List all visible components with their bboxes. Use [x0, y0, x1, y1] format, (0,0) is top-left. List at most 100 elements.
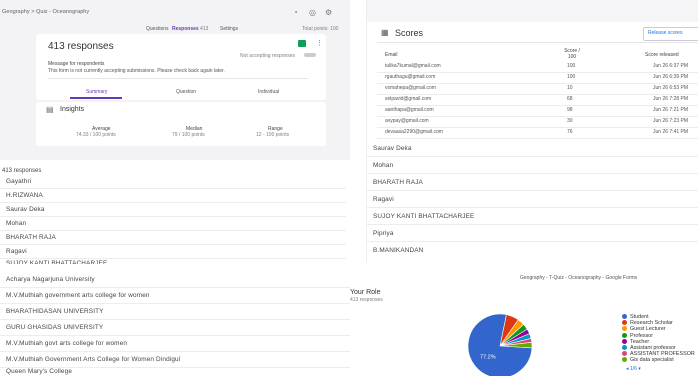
pager-text: 1/6 — [629, 366, 637, 372]
message-divider — [48, 78, 308, 79]
col-score: Score / 100 — [564, 48, 580, 60]
legend-swatch — [622, 357, 627, 363]
legend-swatch — [622, 320, 627, 326]
message-text[interactable]: This form is not currently accepting sub… — [48, 68, 225, 74]
stat-average-value: 74.33 / 100 points — [76, 132, 116, 138]
insights-card: ▤ Insights Average 74.33 / 100 points Me… — [36, 102, 326, 146]
responses-card: 413 responses ⋮ Not accepting responses … — [36, 34, 326, 100]
legend-swatch — [622, 314, 627, 320]
score-cell: 30 — [567, 118, 573, 124]
email-cell: avypay@gmail.com — [385, 118, 429, 124]
list-item[interactable]: B.MANIKANDAN — [367, 242, 698, 259]
more-options-icon[interactable]: ⋮ — [316, 39, 323, 47]
legend-label: Assistant professor — [630, 345, 676, 351]
tab-settings[interactable]: Settings — [220, 26, 238, 32]
scores-panel: ▦ Scores Release scores Email Score / 10… — [366, 0, 698, 140]
legend-label: ASSISTANT PROFESSOR — [630, 351, 695, 358]
released-cell: Jun 26 6:39 PM — [653, 74, 689, 80]
list-item[interactable]: Mohan — [0, 217, 346, 231]
list-item[interactable]: M.V.Muthiah govt arts college for women — [0, 336, 350, 352]
role-legend: Student Research Scholar Guest Lecturer Pro… — [622, 314, 698, 374]
list-item[interactable]: M.V.Muthiah government arts college for … — [0, 288, 350, 304]
list-item[interactable]: Ragavi — [367, 191, 698, 208]
scores-icon: ▦ — [381, 28, 389, 37]
names-rows: Gayathri H.RIZWANA Saurav Deka Mohan BHA… — [0, 173, 346, 267]
score-cell: 76 — [567, 129, 573, 135]
legend-label: Guest Lecturer — [630, 326, 666, 333]
pager-prev-icon[interactable]: ◂ — [626, 366, 629, 372]
legend-item: Professor — [622, 333, 653, 339]
question-title: Your Role — [350, 289, 381, 296]
tab-summary[interactable]: Summary — [86, 89, 107, 95]
message-label: Message for respondents — [48, 61, 105, 67]
header-icons: ◔ ◎ ⚙ — [293, 8, 343, 18]
list-item[interactable]: Saurav Deka — [0, 203, 346, 217]
list-item[interactable]: Gayathri — [0, 175, 346, 189]
list-item[interactable]: BHARATH RAJA — [0, 231, 346, 245]
legend-item: ASSISTANT PROFESSOR — [622, 351, 695, 357]
list-item[interactable]: Queen Mary's College — [0, 364, 350, 380]
tab-questions[interactable]: Questions — [146, 26, 169, 32]
list-item[interactable]: Acharya Nagarjuna University — [0, 272, 350, 288]
legend-label: Student — [630, 314, 649, 320]
pie-slice-label: 77.2% — [480, 355, 496, 361]
responses-badge: 413 — [200, 26, 209, 32]
legend-pager[interactable]: ◂ 1/6 ▾ — [626, 366, 641, 372]
responses-summary-panel: Geography > Quiz - Oceanography ◔ ◎ ⚙ Qu… — [0, 0, 350, 160]
list-item[interactable]: SUJOY KANTI BHATTACHARJEE — [367, 208, 698, 225]
names-list-left: 413 responses Gayathri H.RIZWANA Saurav … — [0, 163, 350, 267]
settings-icon[interactable]: ⚙ — [325, 8, 332, 17]
breadcrumb[interactable]: Geography > Quiz - Oceanography — [2, 9, 89, 15]
email-cell: tulika7kumal@gmail.com — [385, 63, 441, 69]
legend-swatch — [622, 338, 627, 344]
released-cell: Jun 26 7:41 PM — [653, 129, 689, 135]
sheets-icon[interactable] — [298, 40, 306, 47]
list-item[interactable]: Pipriya — [367, 225, 698, 242]
released-cell: Jun 26 7:28 PM — [653, 96, 689, 102]
tab-responses[interactable]: Responses — [172, 26, 199, 32]
list-item[interactable]: H.RIZWANA — [0, 189, 346, 203]
released-cell: Jun 26 6:53 PM — [653, 85, 689, 91]
tab-individual[interactable]: Individual — [258, 89, 279, 95]
email-cell: vsmahepa@gmail.com — [385, 85, 436, 91]
stat-range-value: 12 - 100 points — [256, 132, 290, 138]
tab-question[interactable]: Question — [176, 89, 196, 95]
scores-table: tulika7kumal@gmail.com 100 Jun 26 6:37 P… — [377, 60, 698, 140]
accepting-toggle[interactable] — [304, 53, 316, 57]
release-scores-button[interactable]: Release scores — [643, 27, 698, 41]
pager-next-icon[interactable]: ▾ — [638, 366, 641, 372]
email-cell: rgauthagu@gmail.com — [385, 74, 436, 80]
legend-swatch — [622, 345, 627, 351]
list-item[interactable]: Ragavi — [0, 245, 346, 259]
summary-underline — [70, 97, 122, 99]
role-pie-chart: 77.2% — [467, 313, 533, 376]
table-row[interactable]: devaasa2290@gmail.com 76 Jun 26 7:41 PM — [377, 126, 698, 139]
list-item[interactable]: BHARATH RAJA — [367, 174, 698, 191]
list-item[interactable]: GURU GHASIDAS UNIVERSITY — [0, 320, 350, 336]
released-cell: Jun 26 7:21 PM — [653, 107, 689, 113]
scores-divider — [377, 42, 698, 43]
legend-label: Teacher — [630, 338, 650, 345]
col-released: Score released — [645, 52, 679, 58]
legend-swatch — [622, 332, 627, 338]
list-item[interactable]: Saurav Deka — [367, 140, 698, 157]
legend-item: Guest Lecturer — [622, 326, 666, 332]
list-item[interactable]: Mohan — [367, 157, 698, 174]
palette-icon[interactable]: ◔ — [293, 8, 298, 17]
legend-label: Gis data specialist — [630, 357, 674, 364]
legend-label: Professor — [630, 332, 654, 339]
email-cell: selpavid@gmail.com — [385, 96, 432, 102]
insights-title: Insights — [60, 106, 85, 113]
released-cell: Jun 26 7:23 PM — [653, 118, 689, 124]
legend-swatch — [622, 326, 627, 332]
legend-item: Gis data specialist — [622, 357, 674, 363]
stat-median-value: 79 / 100 points — [172, 132, 205, 138]
responses-title: 413 responses — [48, 41, 114, 52]
scores-topbar — [367, 0, 698, 22]
preview-icon[interactable]: ◎ — [309, 8, 316, 17]
legend-item: Student — [622, 314, 649, 320]
legend-swatch — [622, 351, 627, 357]
scores-title: Scores — [395, 28, 424, 38]
list-item[interactable]: BHARATHIDASAN UNIVERSITY — [0, 304, 350, 320]
names-list-right: Saurav Deka Mohan BHARATH RAJA Ragavi SU… — [366, 140, 698, 262]
